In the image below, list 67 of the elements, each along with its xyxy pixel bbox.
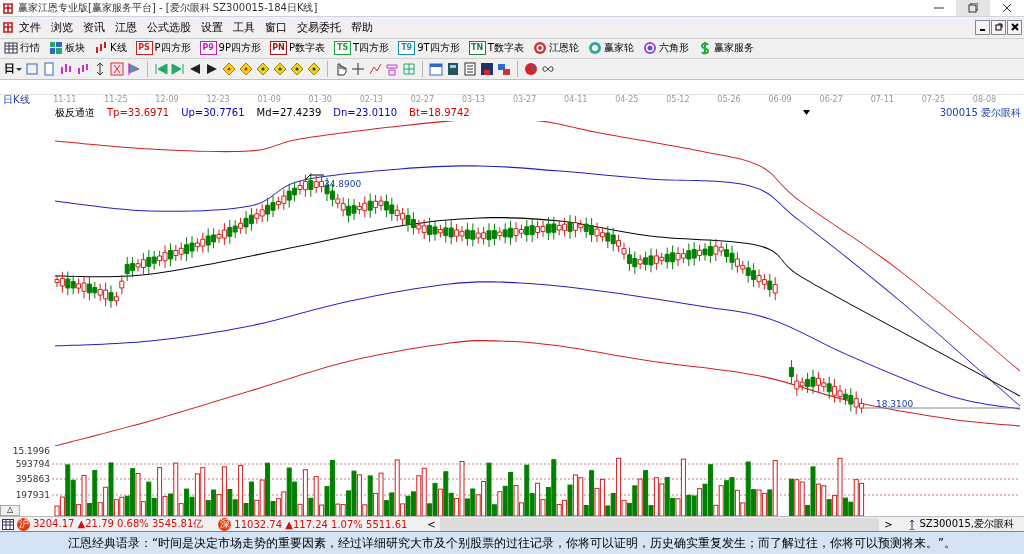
stock-label: SZ300015,爱尔眼科 — [919, 517, 1014, 531]
indicator-reading: Tp=33.6971 — [107, 107, 170, 119]
toolbar-button[interactable]: TS T四方形 — [334, 41, 390, 56]
axis-label: 15.1996 — [12, 445, 50, 456]
toolbar-button[interactable]: K线 — [94, 41, 127, 56]
scroll-left-button[interactable]: < — [422, 517, 441, 531]
date-label: 05-26 — [717, 95, 742, 105]
date-label: 07-11 — [870, 95, 895, 105]
toolbar-button[interactable]: T9 9T四方形 — [398, 41, 460, 56]
date-label: 01-09 — [257, 95, 282, 105]
index-quote: 3204.17 ▲21.79 0.68% 3545.81亿 — [33, 517, 204, 531]
scroll-right-button[interactable]: > — [879, 517, 898, 531]
low-price-label: 18.3100 — [876, 398, 914, 409]
toolbar-button[interactable]: 赢家服务 — [697, 41, 754, 56]
menu-item[interactable]: 帮助 — [346, 19, 378, 35]
axis-label: 593794 — [15, 458, 50, 469]
date-label: 04-25 — [615, 95, 640, 105]
period-label: 日K线 — [2, 92, 31, 107]
date-label: 11-11 — [53, 95, 78, 105]
menu-item[interactable]: 设置 — [196, 19, 228, 35]
toolbar-button[interactable]: P9 9P四方形 — [199, 41, 261, 56]
toolbar-button[interactable]: PN P数字表 — [270, 41, 326, 56]
menu-item[interactable]: 交易委托 — [292, 19, 346, 35]
toolbar-button[interactable]: 六角形 — [642, 41, 689, 56]
high-price-label: 34.8900 — [324, 178, 362, 189]
toolbar-button[interactable]: 赢家轮 — [587, 41, 634, 56]
toolbar-button[interactable]: 板块 — [49, 41, 85, 56]
date-label: 06-09 — [768, 95, 793, 105]
toolbar-button[interactable]: TN T数字表 — [468, 41, 524, 56]
menu-item[interactable]: 文件 — [14, 19, 46, 35]
date-label: 02-27 — [410, 95, 436, 105]
menu-item[interactable]: 窗口 — [260, 19, 292, 35]
period-button[interactable]: 日 — [4, 61, 22, 77]
date-label: 12-23 — [206, 95, 231, 105]
window-title: 赢家江恩专业版[赢家服务平台] - [爱尔眼科 SZ300015-184日K线] — [18, 1, 318, 15]
menu-item[interactable]: 公式选股 — [142, 19, 196, 35]
date-label: 08-08 — [972, 95, 998, 105]
menu-item[interactable]: 工具 — [228, 19, 260, 35]
menu-item[interactable]: 浏览 — [46, 19, 78, 35]
toolbar-button[interactable]: 江恩轮 — [532, 41, 579, 56]
axis-label: 395863 — [15, 473, 50, 484]
indicator-reading: Bt=18.9742 — [409, 107, 470, 119]
date-label: 04-11 — [564, 95, 589, 105]
axis-label: 197931 — [15, 489, 50, 500]
quote-text: 江恩经典语录：“时间是决定市场走势的重要因素，经过详细研究大市及个别股票的过往记录，你将可以证明，历史确实重复发生；而了解过往，你将可以预测将来。”。 — [0, 531, 1024, 554]
collapse-button[interactable]: △ — [0, 504, 20, 516]
indicator-reading: Dn=23.0110 — [333, 107, 398, 119]
toolbar-button[interactable]: 行情 — [4, 41, 40, 56]
indicator-reading: Up=30.7761 — [181, 107, 245, 119]
date-label: 05-12 — [666, 95, 691, 105]
stock-label: 300015 爱尔眼科 — [939, 105, 1021, 120]
date-label: 02-13 — [359, 95, 384, 105]
index-badge: 深 — [218, 517, 232, 531]
date-label: 07-25 — [921, 95, 946, 105]
index-quote: 11032.74 ▲117.24 1.07% 5511.61 — [234, 518, 408, 530]
indicator-name: 极反通道 — [55, 105, 95, 120]
indicator-reading: Md=27.4239 — [256, 107, 322, 119]
date-label: 03-27 — [513, 95, 538, 105]
index-badge: 沪 — [17, 517, 30, 531]
toolbar-button[interactable]: PS P四方形 — [135, 41, 191, 56]
menu-item[interactable]: 资讯 — [78, 19, 110, 35]
date-label: 01-30 — [308, 95, 333, 105]
date-label: 11-25 — [104, 95, 129, 105]
date-label: 12-09 — [155, 95, 180, 105]
menu-item[interactable]: 江恩 — [110, 19, 142, 35]
date-label: 03-13 — [461, 95, 487, 105]
date-label: 06-27 — [819, 95, 844, 105]
